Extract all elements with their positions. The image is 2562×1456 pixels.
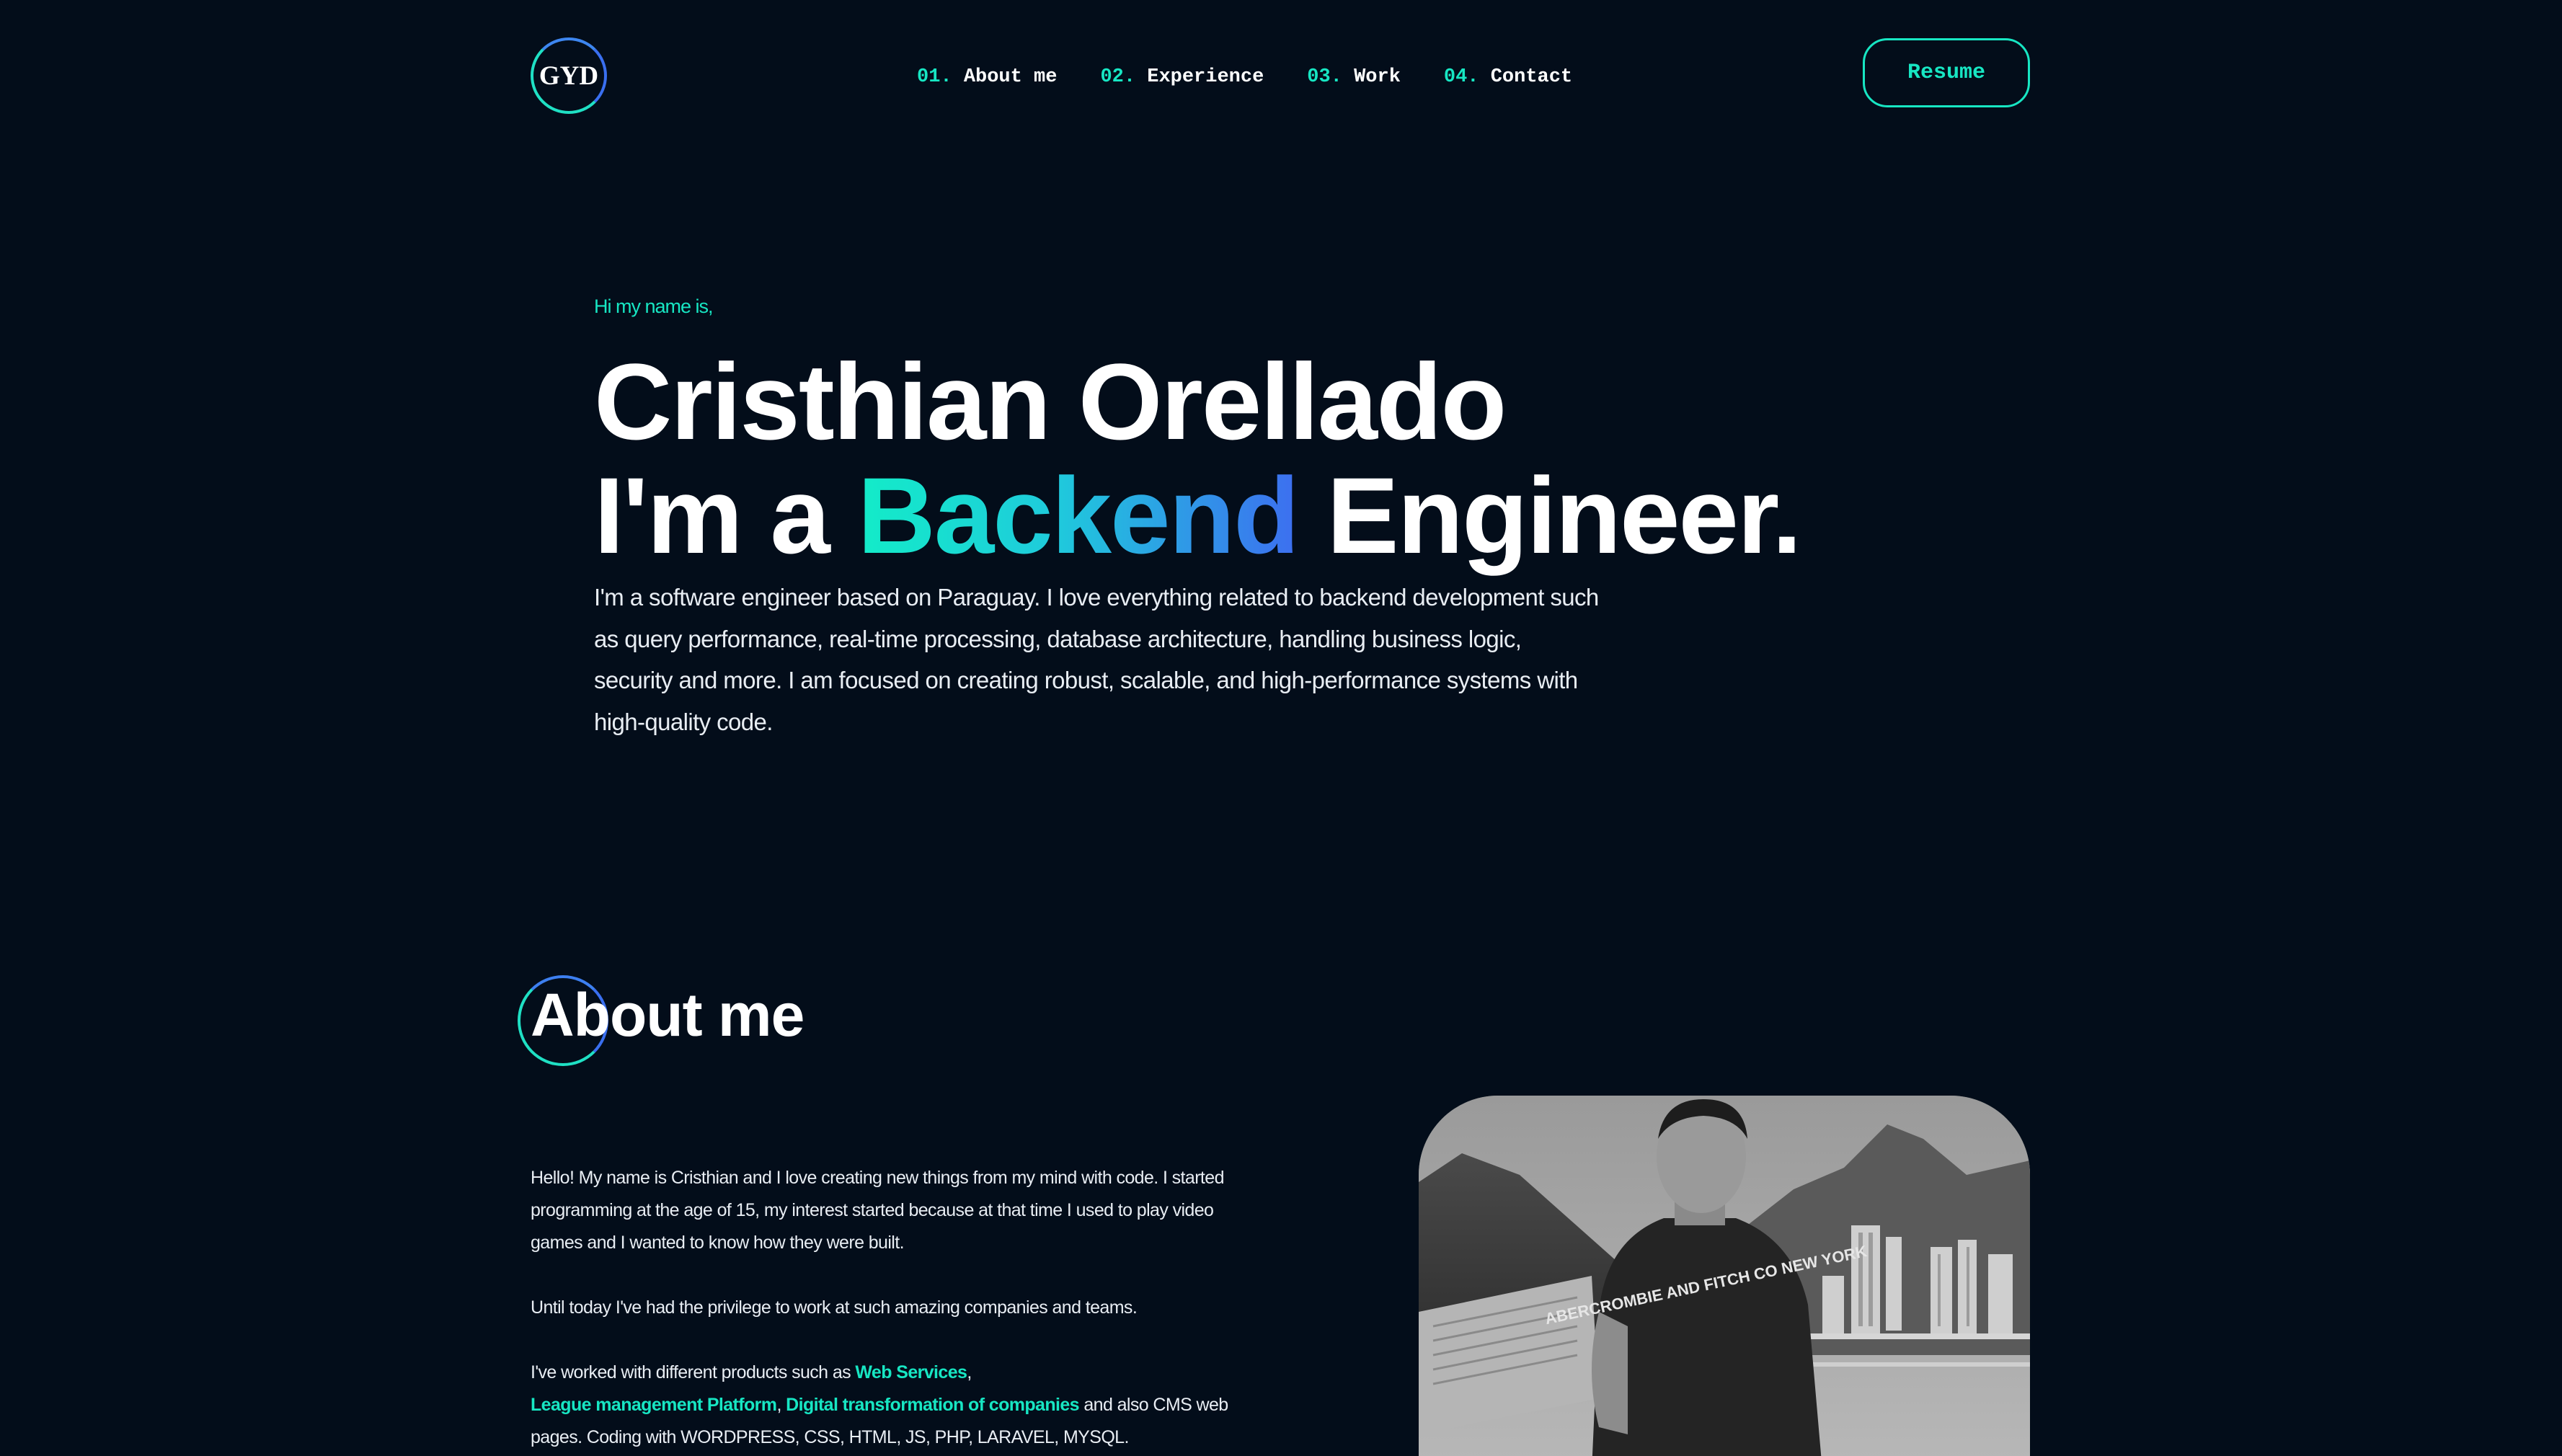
nav-item-experience[interactable]: 02. Experience <box>1100 66 1264 88</box>
about-paragraph: Hello! My name is Cristhian and I love c… <box>531 1168 1225 1253</box>
nav-number: 01. <box>917 66 952 88</box>
resume-button[interactable]: Resume <box>1863 38 2030 107</box>
highlight-league-platform: League management Platform <box>531 1395 777 1415</box>
hero-description: I'm a software engineer based on Paragua… <box>594 584 1599 735</box>
profile-photo: ABERCROMBIE AND FITCH CO NEW YORK <box>1419 1096 2030 1456</box>
about-paragraph-products: I've worked with different products such… <box>531 1357 1251 1454</box>
about-paragraph: Until today I've had the privilege to wo… <box>531 1297 1138 1318</box>
hero-role: I'm a Backend Engineer. <box>594 461 1802 569</box>
role-prefix: I'm a <box>594 455 858 576</box>
role-suffix: Engineer. <box>1298 455 1801 576</box>
logo-text: GYD <box>538 61 599 91</box>
products-intro: I've worked with different products such… <box>531 1362 856 1382</box>
nav-item-work[interactable]: 03. Work <box>1307 66 1401 88</box>
logo[interactable]: GYD <box>531 37 607 114</box>
highlight-digital-transformation: Digital transformation of companies <box>786 1395 1079 1415</box>
nav-number: 02. <box>1100 66 1136 88</box>
hero-name: Cristhian Orellado <box>594 341 1507 462</box>
main-nav: 01. About me 02. Experience 03. Work 04.… <box>917 66 1572 88</box>
nav-label: Work <box>1354 66 1401 88</box>
nav-label: Experience <box>1147 66 1264 88</box>
nav-number: 04. <box>1443 66 1479 88</box>
nav-label: About me <box>963 66 1058 88</box>
nav-number: 03. <box>1307 66 1342 88</box>
separator: , <box>776 1395 786 1415</box>
about-title: About me <box>531 981 804 1049</box>
separator: , <box>967 1362 972 1382</box>
nav-item-contact[interactable]: 04. Contact <box>1444 66 1572 88</box>
about-text: Hello! My name is Cristhian and I love c… <box>531 1162 1251 1456</box>
nav-label: Contact <box>1490 66 1573 88</box>
highlight-web-services: Web Services <box>855 1362 967 1382</box>
nav-item-about[interactable]: 01. About me <box>917 66 1057 88</box>
hero-greeting: Hi my name is, <box>594 296 714 317</box>
role-highlight: Backend <box>857 455 1300 576</box>
